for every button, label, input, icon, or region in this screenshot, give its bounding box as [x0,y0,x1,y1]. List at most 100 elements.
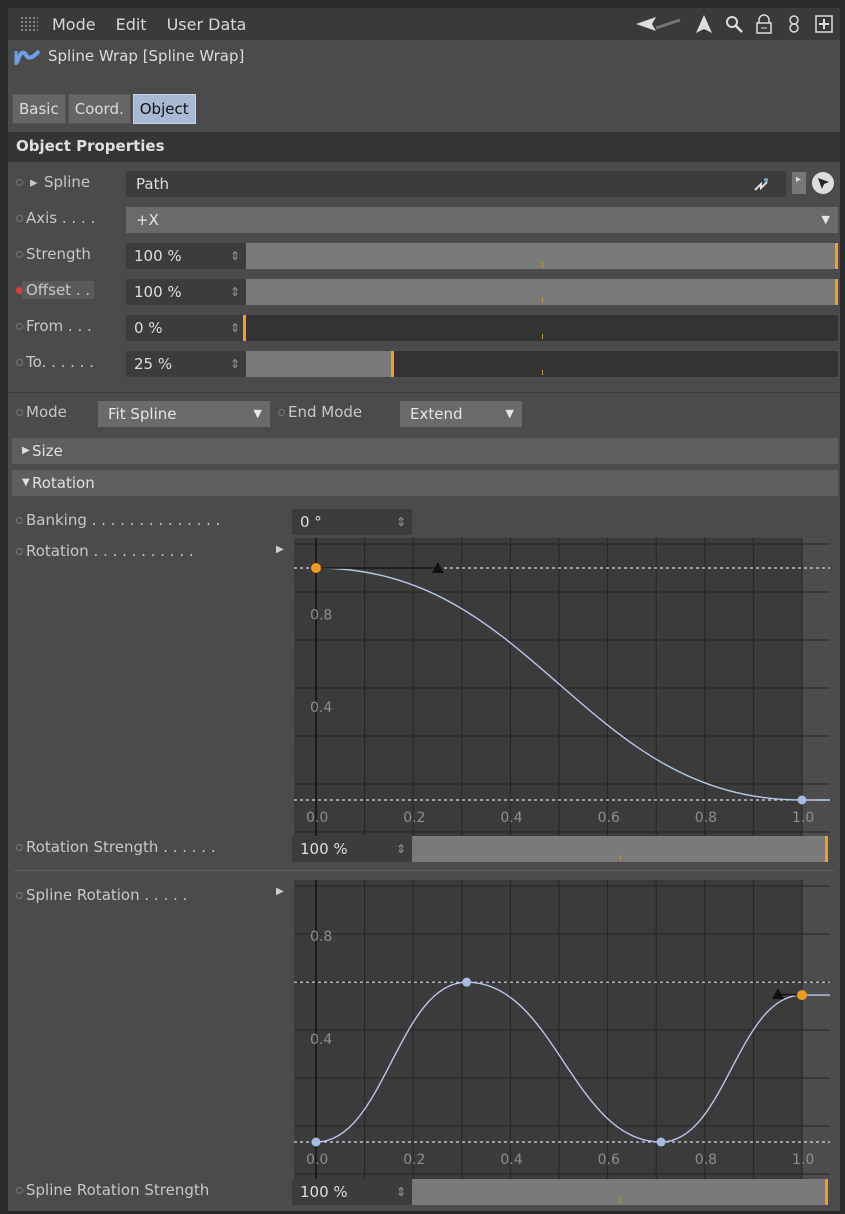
spline-link-field[interactable]: Path [126,171,786,197]
pick-object-icon[interactable] [812,172,834,194]
animation-dot[interactable] [16,892,23,899]
x-tick-label: 0.4 [500,810,522,826]
from-slider[interactable] [243,315,838,341]
link-menu-button[interactable]: ▸ [792,172,806,194]
link-icon[interactable] [784,14,804,34]
stepper-icon[interactable]: ⇕ [396,836,406,862]
x-tick-label: 1.0 [792,1152,814,1168]
strength-row: Strength 100 % ⇕ [8,240,840,270]
expand-arrow-icon: ▶ [22,445,30,456]
graph-menu-arrow-icon[interactable]: ▶ [276,886,284,897]
menu-mode[interactable]: Mode [52,15,96,34]
from-value: 0 % [134,319,163,337]
keyframe-point[interactable] [462,977,472,987]
spline-rotation-strength-slider[interactable] [412,1179,828,1205]
rotation-strength-slider[interactable] [412,836,828,862]
keyframe-point[interactable] [797,795,807,805]
offset-row: Offset . . 100 % ⇕ [8,276,840,306]
animation-dot[interactable] [16,409,23,416]
animation-dot[interactable] [16,179,23,186]
panel-grip-icon[interactable] [20,16,38,32]
slider-knob[interactable] [825,1179,828,1205]
stepper-icon[interactable]: ⇕ [230,279,240,305]
keyframe-point[interactable] [311,1137,321,1147]
tab-coord[interactable]: Coord. [67,94,131,124]
lock-icon[interactable] [754,14,774,34]
rotation-strength-field[interactable]: 100 % ⇕ [292,836,412,862]
stepper-icon[interactable]: ⇕ [396,509,406,535]
from-row: From . . . 0 % ⇕ [8,312,840,342]
animation-dot[interactable] [16,215,23,222]
strength-field[interactable]: 100 % ⇕ [126,243,246,269]
keyframe-point[interactable] [656,1137,666,1147]
banking-field[interactable]: 0 ° ⇕ [292,509,412,535]
animation-dot[interactable] [16,517,23,524]
strength-slider[interactable] [246,243,838,269]
search-icon[interactable] [724,14,744,34]
spline-rotation-curve-graph[interactable]: 0.8 0.4 0.0 0.2 0.4 0.6 0.8 1.0 [294,880,830,1180]
stepper-icon[interactable]: ⇕ [230,351,240,377]
rotation-group-header[interactable]: ▼ Rotation [12,470,838,496]
section-title: Object Properties [16,137,165,155]
tab-object[interactable]: Object [132,94,196,124]
selected-keyframe[interactable] [797,990,807,1001]
rotation-strength-row: Rotation Strength . . . . . . 100 % ⇕ [8,833,840,863]
graph-menu-arrow-icon[interactable]: ▶ [276,544,284,555]
rotation-strength-label: Rotation Strength . . . . . . [26,838,216,856]
animation-dot[interactable] [278,409,285,416]
divider [8,392,840,393]
x-tick-label: 0.2 [403,810,425,826]
axis-row: Axis . . . . +X ▼ [8,204,840,234]
size-group-label: Size [32,442,63,460]
up-arrow-icon[interactable] [694,14,714,34]
spline-rotation-strength-field[interactable]: 100 % ⇕ [292,1179,412,1205]
tab-basic[interactable]: Basic [12,94,66,124]
tab-bar: Basic Coord. Object [12,94,196,124]
mode-row: Mode Fit Spline ▼ End Mode Extend ▼ [8,398,840,428]
menu-user-data[interactable]: User Data [167,15,247,34]
banking-value: 0 ° [300,513,322,531]
strength-value: 100 % [134,247,182,265]
mode-dropdown[interactable]: Fit Spline ▼ [98,401,270,427]
slider-knob[interactable] [835,243,838,269]
x-tick-label: 0.6 [598,810,620,826]
slider-knob[interactable] [825,836,828,862]
slider-knob[interactable] [835,279,838,305]
from-label: From . . . [26,317,92,335]
slider-knob[interactable] [243,315,246,341]
animation-dot[interactable] [16,323,23,330]
animation-dot[interactable] [16,251,23,258]
link-target-icon[interactable] [752,176,770,194]
menu-edit[interactable]: Edit [116,15,147,34]
animation-dot[interactable] [16,359,23,366]
back-arrow-icon[interactable] [634,14,684,34]
animation-dot[interactable] [16,844,23,851]
object-properties-header: Object Properties [8,132,840,162]
new-panel-icon[interactable] [814,14,834,34]
selected-keyframe[interactable] [311,563,321,573]
strength-label: Strength [26,245,91,263]
offset-field[interactable]: 100 % ⇕ [126,279,246,305]
to-slider[interactable] [246,351,838,377]
animation-dot[interactable] [16,548,23,555]
to-field[interactable]: 25 % ⇕ [126,351,246,377]
expand-arrow-icon[interactable]: ▸ [30,173,38,191]
size-group-header[interactable]: ▶ Size [12,438,838,464]
slider-midpoint-tick [620,855,621,860]
from-field[interactable]: 0 % ⇕ [126,315,246,341]
end-mode-dropdown[interactable]: Extend ▼ [400,401,522,427]
stepper-icon[interactable]: ⇕ [230,315,240,341]
divider [14,870,834,871]
slider-midpoint-tick [542,262,543,267]
animation-dot[interactable] [16,1187,23,1194]
x-tick-label: 0.6 [598,1152,620,1168]
rotation-group-label: Rotation [32,474,95,492]
stepper-icon[interactable]: ⇕ [396,1179,406,1205]
rotation-curve-graph[interactable]: 0.8 0.4 0.0 0.2 0.4 0.6 0.8 1.0 [294,538,830,838]
x-tick-label: 0.8 [695,810,717,826]
stepper-icon[interactable]: ⇕ [230,243,240,269]
axis-dropdown[interactable]: +X ▼ [126,207,838,233]
axis-value: +X [136,211,159,229]
slider-knob[interactable] [391,351,394,377]
offset-slider[interactable] [246,279,838,305]
